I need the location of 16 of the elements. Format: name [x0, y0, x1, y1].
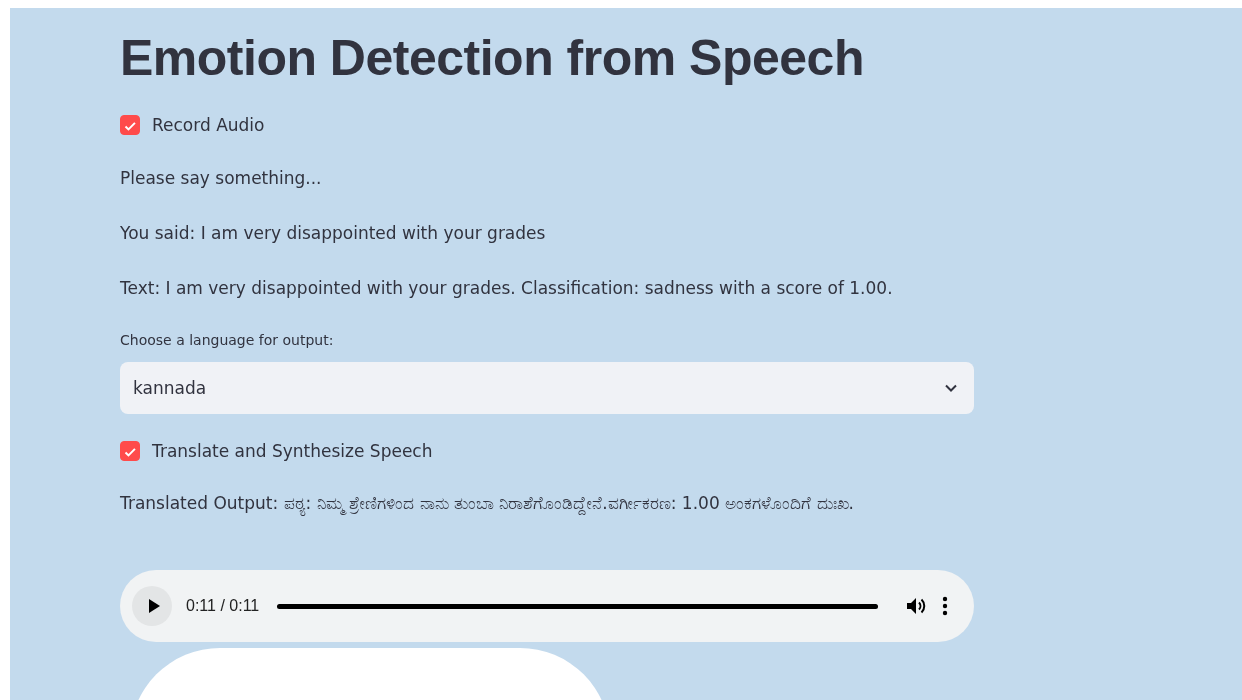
translate-checkbox[interactable]: Translate and Synthesize Speech [120, 441, 433, 461]
page-title: Emotion Detection from Speech [120, 29, 865, 88]
message-text: Text: I am very disappointed with your grades. Classification: sadness with a score of 1.00. [120, 277, 894, 300]
select-label: Choose a language for output: [120, 332, 335, 348]
volume-icon[interactable] [906, 596, 928, 616]
play-button[interactable] [132, 586, 172, 626]
more-options-icon[interactable] [942, 596, 948, 616]
seek-bar[interactable] [277, 603, 878, 609]
chevron-down-icon [944, 383, 958, 393]
message-text: You said: I am very disappointed with your grades [120, 222, 547, 245]
play-icon [146, 598, 161, 614]
translated-output-text: Translated Output: ಪಠ್ಯ: ನಿಮ್ಮ ಶ್ರೇಣಿಗಳಿಂದ ನಾನು ತುಂಬಾ ನಿರಾಶೆಗೊಂಡಿದ್ದೇನೆ.ವರ್ಗೀಕರಣ: 1.00 ಅಂಕಗಳೊಂದಿಗೆ ದುಃಖ. [120, 487, 974, 520]
time-display: 0:11 / 0:11 [186, 597, 260, 615]
message-text: Please say something... [120, 167, 323, 190]
language-select[interactable]: kannada [120, 362, 974, 414]
record-audio-checkbox[interactable]: Record Audio [120, 115, 265, 135]
